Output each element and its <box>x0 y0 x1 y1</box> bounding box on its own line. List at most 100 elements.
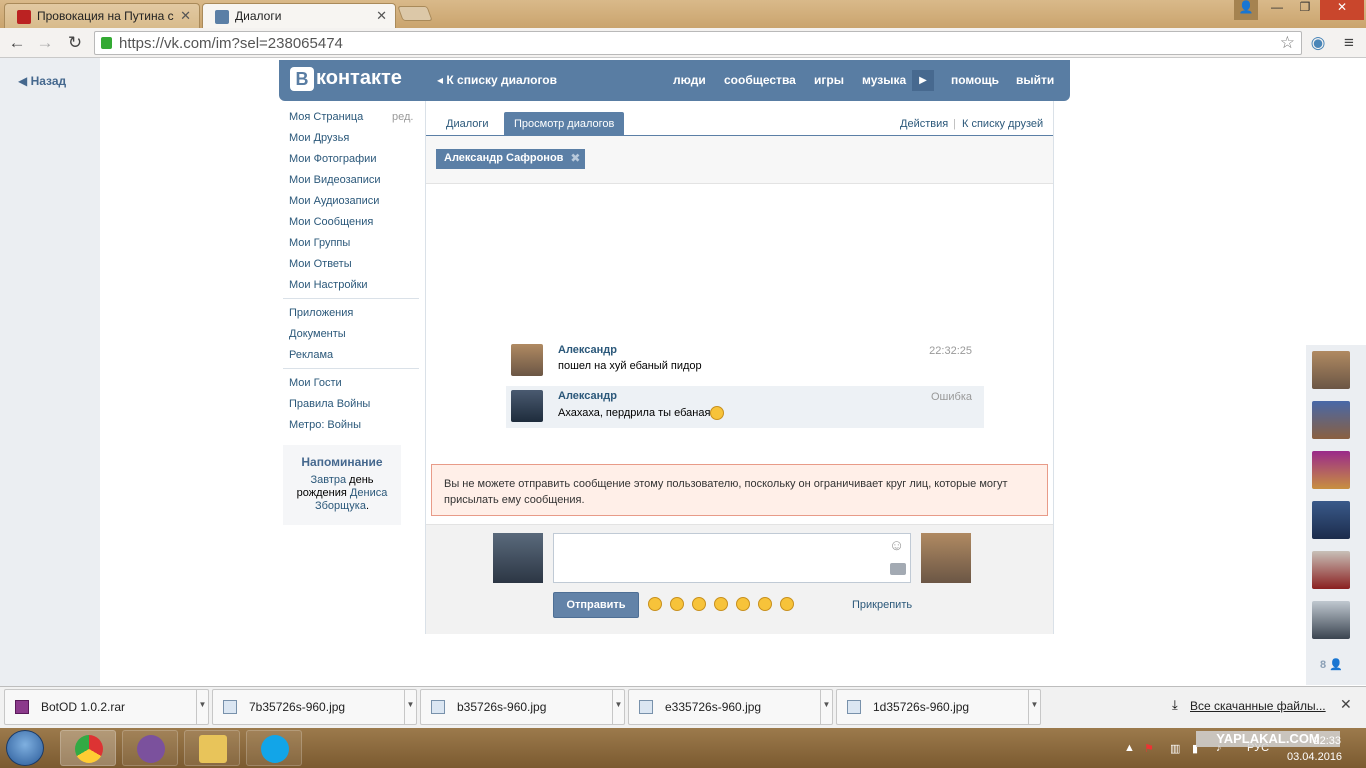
camera-icon[interactable] <box>890 563 906 575</box>
new-tab-button[interactable] <box>397 6 433 21</box>
nav-communities[interactable]: сообщества <box>724 73 796 87</box>
nav-logout[interactable]: выйти <box>1016 73 1054 87</box>
menu-messages[interactable]: Мои Сообщения <box>289 216 373 228</box>
message-item[interactable]: Александр пошел на хуй ебаный пидор 22:3… <box>506 340 984 382</box>
back-link[interactable]: ◀ Назад <box>18 74 66 88</box>
close-icon[interactable]: ✕ <box>1340 696 1352 713</box>
windows-start-icon[interactable] <box>6 730 44 766</box>
reload-icon[interactable]: ↻ <box>64 32 86 54</box>
menu-guests[interactable]: Мои Гости <box>289 377 342 389</box>
menu-my-page[interactable]: Моя Страница <box>289 111 363 123</box>
friend-avatar[interactable] <box>1312 451 1350 489</box>
grin-emoji-icon[interactable] <box>758 597 773 611</box>
chevron-down-icon[interactable]: ▼ <box>1028 690 1040 724</box>
remove-peer-icon[interactable]: ✖ <box>570 151 580 165</box>
viber-taskbar-button[interactable] <box>122 730 178 766</box>
user-profile-icon[interactable]: 👤 <box>1234 0 1258 20</box>
dialogs-list-link[interactable]: ◂ К списку диалогов <box>437 73 557 87</box>
message-author[interactable]: Александр <box>558 344 984 356</box>
peer-chip[interactable]: Александр Сафронов ✖ <box>436 149 586 169</box>
extension-icon[interactable]: ◉ <box>1307 32 1329 54</box>
nav-games[interactable]: игры <box>814 73 844 87</box>
message-author[interactable]: Александр <box>558 390 984 402</box>
maximize-icon[interactable]: ❐ <box>1292 0 1318 20</box>
peer-avatar[interactable] <box>921 533 971 583</box>
tray-expand-icon[interactable]: ▲ <box>1124 742 1135 754</box>
edit-link[interactable]: ред. <box>392 111 413 123</box>
menu-settings[interactable]: Мои Настройки <box>289 279 368 291</box>
nav-music[interactable]: музыка <box>862 73 906 87</box>
tray-network-icon[interactable]: ▥ <box>1170 742 1180 755</box>
online-count[interactable]: 8 👤 <box>1320 658 1343 671</box>
actions-link[interactable]: Действия <box>900 118 948 130</box>
tab-view-dialogs[interactable]: Просмотр диалогов <box>504 112 625 136</box>
friend-avatar[interactable] <box>1312 501 1350 539</box>
tray-flag-icon[interactable]: ⚑ <box>1144 742 1154 755</box>
shock-emoji-icon[interactable] <box>714 597 729 611</box>
all-downloads-link[interactable]: Все скачанные файлы... <box>1190 699 1326 713</box>
skype-taskbar-button[interactable] <box>246 730 302 766</box>
minimize-icon[interactable]: — <box>1264 0 1290 20</box>
wink-emoji-icon[interactable] <box>736 597 751 611</box>
nav-help[interactable]: помощь <box>951 73 999 87</box>
menu-photos[interactable]: Мои Фотографии <box>289 153 376 165</box>
download-item[interactable]: 1d35726s-960.jpg ▼ <box>836 689 1041 725</box>
tab-dialogs[interactable]: Диалоги <box>436 112 499 136</box>
friend-avatar[interactable] <box>1312 601 1350 639</box>
menu-groups[interactable]: Мои Группы <box>289 237 350 249</box>
download-item[interactable]: e335726s-960.jpg ▼ <box>628 689 833 725</box>
menu-war-rules[interactable]: Правила Войны <box>289 398 370 410</box>
thumbs-up-emoji-icon[interactable] <box>692 597 707 611</box>
friend-avatar[interactable] <box>1312 551 1350 589</box>
chrome-taskbar-button[interactable] <box>60 730 116 766</box>
menu-answers[interactable]: Мои Ответы <box>289 258 352 270</box>
message-input[interactable] <box>553 533 911 583</box>
download-item[interactable]: BotOD 1.0.2.rar ▼ <box>4 689 209 725</box>
message-item[interactable]: Александр Ахахаха, пердрила ты ебаная Ош… <box>506 386 984 428</box>
birthday-person-last[interactable]: Зборщука <box>315 500 366 512</box>
vk-logo[interactable]: Вконтакте <box>290 67 402 93</box>
explorer-taskbar-button[interactable] <box>184 730 240 766</box>
my-avatar[interactable] <box>493 533 543 583</box>
friend-avatar[interactable] <box>1312 351 1350 389</box>
send-button[interactable]: Отправить <box>553 592 639 618</box>
menu-apps[interactable]: Приложения <box>289 307 353 319</box>
menu-documents[interactable]: Документы <box>289 328 346 340</box>
close-icon[interactable]: ✕ <box>376 8 387 24</box>
bookmark-star-icon[interactable]: ☆ <box>1280 33 1295 53</box>
laugh-emoji-icon[interactable] <box>648 597 662 611</box>
menu-metro-wars[interactable]: Метро: Войны <box>289 419 361 431</box>
download-item[interactable]: b35726s-960.jpg ▼ <box>420 689 625 725</box>
back-arrow-icon[interactable]: ← <box>6 32 28 54</box>
avatar[interactable] <box>511 390 543 422</box>
browser-tab-2[interactable]: Диалоги ✕ <box>202 3 396 28</box>
address-bar[interactable]: https://vk.com/im?sel=238065474 ☆ <box>94 31 1302 55</box>
play-icon[interactable]: ▶ <box>912 70 934 91</box>
birthday-person-first[interactable]: Дениса <box>350 487 387 499</box>
forward-arrow-icon[interactable]: → <box>34 32 56 54</box>
friends-list-link[interactable]: К списку друзей <box>962 118 1043 130</box>
tomorrow-link[interactable]: Завтра <box>310 474 346 486</box>
menu-audio[interactable]: Мои Аудиозаписи <box>289 195 379 207</box>
nav-people[interactable]: люди <box>673 73 706 87</box>
chevron-down-icon[interactable]: ▼ <box>196 690 208 724</box>
close-icon[interactable]: ✕ <box>180 8 191 24</box>
crying-emoji-icon[interactable] <box>670 597 685 611</box>
image-file-icon <box>431 700 445 714</box>
menu-friends[interactable]: Мои Друзья <box>289 132 349 144</box>
menu-ads[interactable]: Реклама <box>289 349 333 361</box>
menu-videos[interactable]: Мои Видеозаписи <box>289 174 381 186</box>
attach-link[interactable]: Прикрепить <box>852 599 912 611</box>
friend-avatar[interactable] <box>1312 401 1350 439</box>
emoji-icon[interactable]: ☺ <box>889 537 904 554</box>
clock[interactable]: 22:33 03.04.2016 <box>1287 733 1342 765</box>
download-item[interactable]: 7b35726s-960.jpg ▼ <box>212 689 417 725</box>
chevron-down-icon[interactable]: ▼ <box>820 690 832 724</box>
chevron-down-icon[interactable]: ▼ <box>612 690 624 724</box>
smirk-emoji-icon[interactable] <box>780 597 795 611</box>
menu-icon[interactable]: ≡ <box>1338 32 1360 54</box>
avatar[interactable] <box>511 344 543 376</box>
browser-tab-1[interactable]: Провокация на Путина с ✕ <box>4 3 200 28</box>
chevron-down-icon[interactable]: ▼ <box>404 690 416 724</box>
window-close-icon[interactable]: ✕ <box>1320 0 1364 20</box>
